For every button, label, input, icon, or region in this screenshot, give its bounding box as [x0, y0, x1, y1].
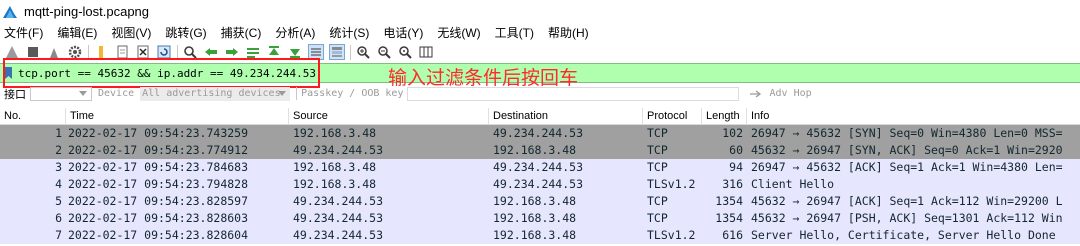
packet-length: 1354	[715, 211, 743, 225]
colorize-icon[interactable]	[329, 44, 345, 60]
packet-time: 2022-02-17 09:54:23.828604	[68, 228, 249, 242]
packet-info: Client Hello	[751, 177, 835, 191]
packet-destination: 49.234.244.53	[493, 126, 584, 140]
packet-time: 2022-02-17 09:54:23.743259	[68, 126, 249, 140]
interface-separator	[296, 87, 298, 100]
adv-hop-arrow-icon	[750, 89, 762, 98]
normal-size-icon[interactable]	[397, 44, 413, 60]
menu-analyze[interactable]: 分析(A)	[275, 24, 315, 41]
packet-destination: 49.234.244.53	[493, 177, 584, 191]
packet-no: 6	[55, 211, 62, 225]
packet-info: 45632 → 26947 [ACK] Seq=1 Ack=112 Win=29…	[751, 194, 1063, 208]
packet-info: Server Hello, Certificate, Server Hello …	[751, 228, 1056, 242]
interface-toolbar: 接口 Device All advertising devices Passke…	[0, 85, 1080, 102]
menu-statistics[interactable]: 统计(S)	[329, 24, 369, 41]
packet-no: 1	[55, 126, 62, 140]
packet-protocol: TLSv1.2	[647, 177, 696, 191]
menu-go[interactable]: 跳转(G)	[165, 24, 206, 41]
packet-protocol: TCP	[647, 211, 668, 225]
menu-edit[interactable]: 编辑(E)	[57, 24, 97, 41]
packet-source: 192.168.3.48	[293, 160, 377, 174]
interface-select[interactable]	[30, 86, 92, 101]
packet-no: 7	[55, 228, 62, 242]
packet-length: 1354	[715, 194, 743, 208]
packet-row[interactable]: 2 2022-02-17 09:54:23.774912 49.234.244.…	[0, 142, 1080, 159]
column-header-destination[interactable]: Destination	[489, 107, 643, 125]
packet-protocol: TCP	[647, 143, 668, 157]
packet-row[interactable]: 4 2022-02-17 09:54:23.794828 192.168.3.4…	[0, 176, 1080, 193]
packet-destination: 192.168.3.48	[493, 194, 577, 208]
packet-protocol: TLSv1.2	[647, 228, 696, 242]
packet-info: 45632 → 26947 [SYN, ACK] Seq=0 Ack=1 Win…	[751, 143, 1063, 157]
menu-view[interactable]: 视图(V)	[111, 24, 151, 41]
menu-telephony[interactable]: 电话(Y)	[383, 24, 423, 41]
packet-time: 2022-02-17 09:54:23.784683	[68, 160, 249, 174]
packet-protocol: TCP	[647, 126, 668, 140]
packet-row[interactable]: 3 2022-02-17 09:54:23.784683 192.168.3.4…	[0, 159, 1080, 176]
resize-columns-icon[interactable]	[418, 44, 434, 60]
packet-time: 2022-02-17 09:54:23.828597	[68, 194, 249, 208]
packet-destination: 49.234.244.53	[493, 160, 584, 174]
packet-protocol: TCP	[647, 160, 668, 174]
packet-no: 2	[55, 143, 62, 157]
wireshark-fin-icon	[3, 5, 17, 18]
column-header-time[interactable]: Time	[66, 107, 289, 125]
zoom-out-icon[interactable]	[376, 44, 392, 60]
packet-destination: 192.168.3.48	[493, 228, 577, 242]
packet-no: 4	[55, 177, 62, 191]
menu-tools[interactable]: 工具(T)	[495, 24, 534, 41]
window-title: mqtt-ping-lost.pcapng	[24, 4, 150, 19]
packet-time: 2022-02-17 09:54:23.794828	[68, 177, 249, 191]
menu-wireless[interactable]: 无线(W)	[437, 24, 480, 41]
packet-row[interactable]: 1 2022-02-17 09:54:23.743259 192.168.3.4…	[0, 125, 1080, 142]
column-header-length[interactable]: Length	[702, 107, 747, 125]
packet-source: 192.168.3.48	[293, 177, 377, 191]
zoom-in-icon[interactable]	[355, 44, 371, 60]
adv-hop-label: Adv Hop	[769, 88, 812, 99]
packet-no: 5	[55, 194, 62, 208]
packet-source: 49.234.244.53	[293, 228, 384, 242]
packet-info: 26947 → 45632 [SYN] Seq=0 Win=4380 Len=0…	[751, 126, 1063, 140]
device-label: Device	[98, 88, 135, 99]
packet-source: 49.234.244.53	[293, 194, 384, 208]
packet-list: 1 2022-02-17 09:54:23.743259 192.168.3.4…	[0, 125, 1080, 244]
passkey-field[interactable]	[407, 86, 740, 101]
interface-label: 接口	[4, 88, 26, 101]
packet-destination: 192.168.3.48	[493, 211, 577, 225]
packet-row[interactable]: 7 2022-02-17 09:54:23.828604 49.234.244.…	[0, 227, 1080, 244]
packet-length: 316	[722, 177, 743, 191]
packet-destination: 192.168.3.48	[493, 143, 577, 157]
packet-time: 2022-02-17 09:54:23.774912	[68, 143, 249, 157]
packet-row[interactable]: 6 2022-02-17 09:54:23.828603 49.234.244.…	[0, 210, 1080, 227]
device-select[interactable]: All advertising devices	[140, 86, 291, 101]
passkey-label: Passkey / OOB key	[301, 88, 404, 99]
packet-source: 49.234.244.53	[293, 143, 384, 157]
toolbar-separator	[350, 44, 351, 60]
menu-help[interactable]: 帮助(H)	[548, 24, 589, 41]
annotation-highlight-box	[3, 58, 320, 88]
adv-hop-control[interactable]: Adv Hop	[749, 88, 812, 99]
packet-row[interactable]: 5 2022-02-17 09:54:23.828597 49.234.244.…	[0, 193, 1080, 210]
column-header-info[interactable]: Info	[747, 108, 1047, 125]
packet-source: 49.234.244.53	[293, 211, 384, 225]
menu-bar: 文件(F) 编辑(E) 视图(V) 跳转(G) 捕获(C) 分析(A) 统计(S…	[0, 23, 1080, 42]
column-header-source[interactable]: Source	[289, 107, 489, 125]
column-header-protocol[interactable]: Protocol	[643, 107, 702, 125]
packet-source: 192.168.3.48	[293, 126, 377, 140]
packet-length: 102	[722, 126, 743, 140]
packet-list-header: No. Time Source Destination Protocol Len…	[0, 107, 1080, 125]
menu-file[interactable]: 文件(F)	[4, 24, 43, 41]
packet-info: 26947 → 45632 [ACK] Seq=1 Ack=1 Win=4380…	[751, 160, 1063, 174]
title-bar: mqtt-ping-lost.pcapng	[0, 0, 1080, 23]
packet-no: 3	[55, 160, 62, 174]
packet-time: 2022-02-17 09:54:23.828603	[68, 211, 249, 225]
packet-length: 94	[729, 160, 743, 174]
packet-protocol: TCP	[647, 194, 668, 208]
packet-length: 60	[729, 143, 743, 157]
packet-length: 616	[722, 228, 743, 242]
packet-info: 45632 → 26947 [PSH, ACK] Seq=1301 Ack=11…	[751, 211, 1063, 225]
menu-capture[interactable]: 捕获(C)	[221, 24, 262, 41]
column-header-no[interactable]: No.	[0, 107, 66, 125]
